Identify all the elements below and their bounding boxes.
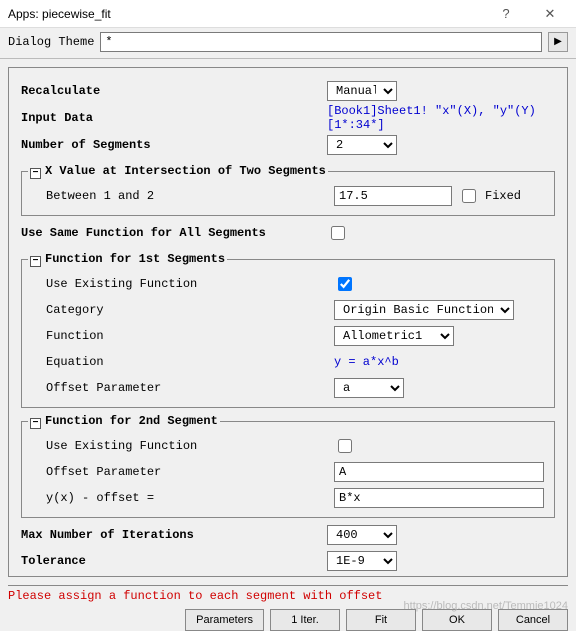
fixed-checkbox[interactable] — [462, 189, 476, 203]
collapse-icon[interactable]: − — [30, 256, 41, 267]
same-func-label: Use Same Function for All Segments — [21, 226, 321, 240]
dialog-body: Recalculate Manual Input Data [Book1]She… — [8, 67, 568, 577]
f1-offset-label: Offset Parameter — [28, 381, 328, 395]
window-title: Apps: piecewise_fit — [8, 7, 484, 21]
f2-use-existing-checkbox[interactable] — [338, 439, 352, 453]
help-icon[interactable]: ? — [484, 0, 528, 28]
f1-equation-value: y = a*x^b — [334, 355, 399, 369]
button-row: Parameters 1 Iter. Fit OK Cancel — [0, 603, 576, 631]
f1-offset-select[interactable]: a — [334, 378, 404, 398]
f2-offset-input[interactable] — [334, 462, 544, 482]
tolerance-select[interactable]: 1E-9 — [327, 551, 397, 571]
function-1-group: −Function for 1st Segments Use Existing … — [21, 252, 555, 408]
collapse-icon[interactable]: − — [30, 418, 41, 429]
input-data-value[interactable]: [Book1]Sheet1! "x"(X), "y"(Y) [1*:34*] — [327, 104, 555, 132]
close-icon[interactable]: ✕ — [528, 0, 572, 28]
f2-use-existing-label: Use Existing Function — [28, 439, 328, 453]
cancel-button[interactable]: Cancel — [498, 609, 568, 631]
f1-use-existing-label: Use Existing Function — [28, 277, 328, 291]
same-func-checkbox[interactable] — [331, 226, 345, 240]
between-label: Between 1 and 2 — [28, 189, 328, 203]
fit-button[interactable]: Fit — [346, 609, 416, 631]
f2-offset-label: Offset Parameter — [28, 465, 328, 479]
dialog-theme-label: Dialog Theme — [8, 35, 94, 49]
f1-category-label: Category — [28, 303, 328, 317]
fixed-label: Fixed — [485, 189, 521, 203]
max-iter-select[interactable]: 400 — [327, 525, 397, 545]
tolerance-label: Tolerance — [21, 554, 321, 568]
x-intersection-group: −X Value at Intersection of Two Segments… — [21, 164, 555, 216]
f2-yx-label: y(x) - offset = — [28, 491, 328, 505]
one-iter-button[interactable]: 1 Iter. — [270, 609, 340, 631]
f1-equation-label: Equation — [28, 355, 328, 369]
function-2-group: −Function for 2nd Segment Use Existing F… — [21, 414, 555, 518]
error-message: Please assign a function to each segment… — [8, 585, 568, 603]
parameters-button[interactable]: Parameters — [185, 609, 264, 631]
dialog-theme-input[interactable] — [100, 32, 542, 52]
f1-function-select[interactable]: Allometric1 — [334, 326, 454, 346]
f1-category-select[interactable]: Origin Basic Functions — [334, 300, 514, 320]
input-data-label: Input Data — [21, 111, 321, 125]
between-input[interactable] — [334, 186, 452, 206]
theme-menu-button[interactable]: ▶ — [548, 32, 568, 52]
f1-use-existing-checkbox[interactable] — [338, 277, 352, 291]
ok-button[interactable]: OK — [422, 609, 492, 631]
num-segments-label: Number of Segments — [21, 138, 321, 152]
num-segments-select[interactable]: 2 — [327, 135, 397, 155]
f1-function-label: Function — [28, 329, 328, 343]
recalculate-select[interactable]: Manual — [327, 81, 397, 101]
recalculate-label: Recalculate — [21, 84, 321, 98]
collapse-icon[interactable]: − — [30, 168, 41, 179]
dialog-theme-row: Dialog Theme ▶ — [0, 28, 576, 59]
max-iter-label: Max Number of Iterations — [21, 528, 321, 542]
titlebar: Apps: piecewise_fit ? ✕ — [0, 0, 576, 28]
f2-yx-input[interactable] — [334, 488, 544, 508]
